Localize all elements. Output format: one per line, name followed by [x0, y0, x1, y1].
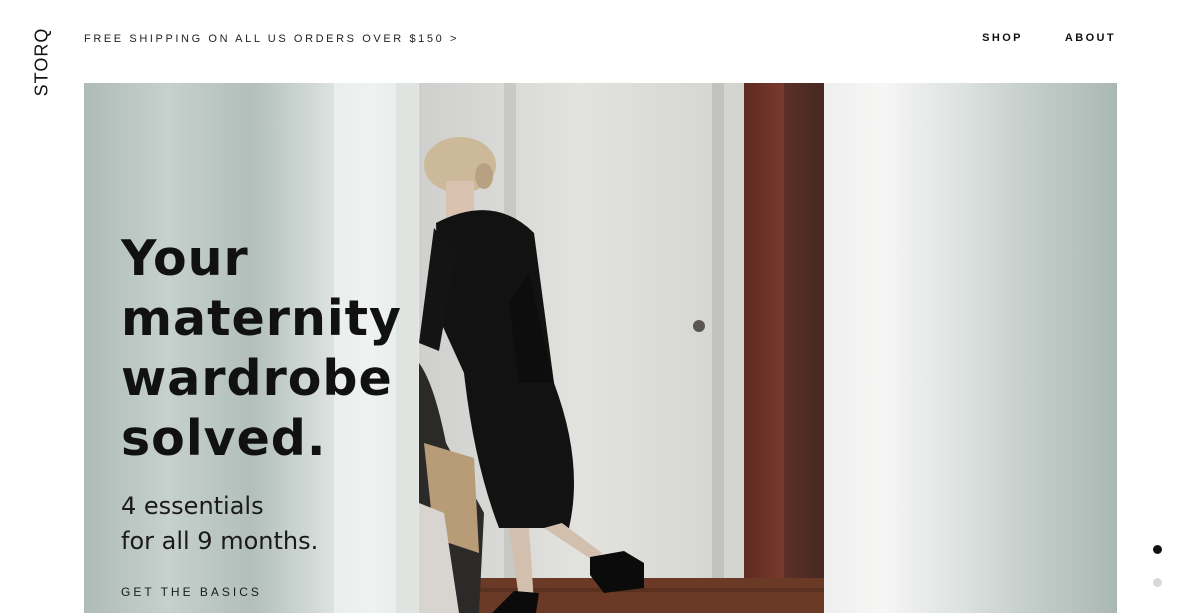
hero-copy: Your maternity wardrobe solved. 4 essent… [121, 229, 421, 601]
subtitle-line: for all 9 months. [121, 527, 319, 555]
free-shipping-banner-link[interactable]: FREE SHIPPING ON ALL US ORDERS OVER $150… [84, 33, 459, 45]
nav-about-link[interactable]: ABOUT [1065, 32, 1116, 44]
top-nav: SHOP ABOUT [982, 32, 1116, 44]
get-the-basics-link[interactable]: GET THE BASICS [121, 585, 262, 599]
hero-subtitle: 4 essentials for all 9 months. [121, 489, 421, 559]
headline-line: solved. [121, 410, 327, 467]
brand-logo-text: STORQ [31, 27, 52, 97]
nav-shop-link[interactable]: SHOP [982, 32, 1023, 44]
hero-section: Your maternity wardrobe solved. 4 essent… [84, 83, 1117, 613]
hero-headline: Your maternity wardrobe solved. [121, 229, 421, 469]
subtitle-line: 4 essentials [121, 492, 264, 520]
slide-dot-2[interactable] [1153, 578, 1162, 587]
headline-line: wardrobe [121, 350, 393, 407]
brand-logo[interactable]: STORQ [30, 27, 54, 97]
headline-line: maternity [121, 290, 402, 347]
headline-line: Your [121, 230, 249, 287]
slide-dot-1-active[interactable] [1153, 545, 1162, 554]
